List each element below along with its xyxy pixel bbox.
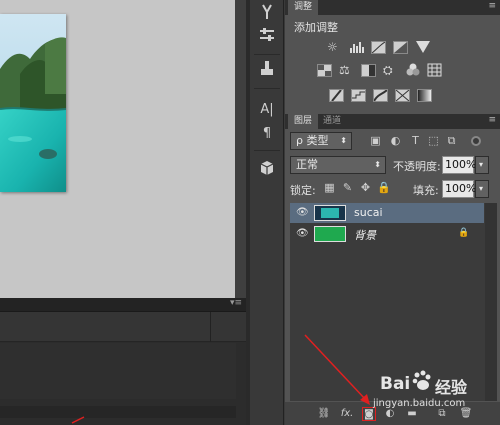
filter-adjustment-icon[interactable]: ◐	[389, 135, 402, 147]
color-lookup-icon[interactable]	[427, 63, 442, 80]
clone-source-icon[interactable]	[256, 60, 278, 80]
adjustments-title: 添加调整	[294, 21, 338, 34]
gradient-map-icon[interactable]	[417, 89, 432, 102]
paw-icon	[412, 370, 432, 395]
brightness-contrast-icon[interactable]: ☼	[327, 40, 343, 54]
filter-pixel-icon[interactable]: ▣	[369, 135, 382, 147]
lock-label: 锁定:	[290, 184, 316, 197]
layer-thumbnail	[314, 226, 346, 242]
blend-mode-select[interactable]: 正常 ⬍	[290, 156, 386, 174]
tab-channels[interactable]: 通道	[317, 114, 347, 129]
lock-all-icon[interactable]: 🔒	[377, 182, 391, 194]
character-icon[interactable]: A|	[256, 100, 278, 120]
lock-image-icon[interactable]: ✎	[341, 182, 354, 194]
3d-icon[interactable]	[256, 160, 278, 180]
chevron-updown-icon: ⬍	[374, 160, 381, 169]
layer-filter-label: ρ 类型	[296, 134, 329, 147]
filter-shape-icon[interactable]: ⬚	[427, 135, 440, 147]
adjustments-tabbar: 调整 ≡	[285, 0, 500, 15]
layer-name[interactable]: sucai	[354, 206, 383, 219]
layers-tabbar: 图层 通道 ≡	[285, 114, 500, 129]
visibility-eye-icon[interactable]: 👁	[296, 207, 309, 219]
filter-toggle-switch[interactable]	[471, 136, 481, 146]
color-balance-icon[interactable]: ⚖	[339, 63, 350, 77]
layer-thumbnail	[314, 205, 346, 221]
exposure-icon[interactable]	[393, 41, 408, 54]
panel-menu-icon[interactable]: ≡	[488, 115, 496, 125]
strip-divider	[254, 150, 280, 151]
panel-menu-icon[interactable]: ≡	[488, 1, 496, 11]
lock-transparent-icon[interactable]: ▦	[323, 182, 336, 194]
black-white-icon[interactable]	[361, 64, 376, 77]
levels-icon[interactable]	[349, 40, 365, 57]
layer-name[interactable]: 背景	[354, 227, 376, 243]
filter-smart-object-icon[interactable]: ⧉	[445, 135, 458, 147]
photo-filter-icon[interactable]: ⛭	[383, 63, 393, 78]
filter-type-icon[interactable]: T	[409, 135, 422, 147]
tab-layers[interactable]: 图层	[288, 114, 319, 129]
bottom-panel-content	[0, 343, 236, 399]
bottom-panel: ▾≡	[0, 298, 246, 425]
hue-saturation-icon[interactable]	[317, 64, 332, 77]
blend-mode-value: 正常	[296, 158, 318, 171]
panel-menu-icon[interactable]: ▾≡	[230, 298, 242, 308]
fill-input[interactable]: 100%	[442, 180, 476, 198]
document-image	[0, 14, 66, 192]
watermark-brand-suffix: 经验	[435, 378, 468, 397]
properties-icon[interactable]	[256, 28, 278, 48]
strip-divider	[254, 54, 280, 55]
channel-mixer-icon[interactable]	[405, 63, 421, 80]
opacity-dropdown-button[interactable]: ▾	[475, 156, 489, 174]
fill-label: 填充:	[413, 184, 439, 197]
vibrance-icon[interactable]	[415, 40, 431, 57]
watermark-url: jingyan.baidu.com	[373, 398, 466, 409]
fill-dropdown-button[interactable]: ▾	[475, 180, 489, 198]
annotation-mark	[71, 416, 85, 424]
invert-icon[interactable]	[329, 89, 344, 102]
lock-position-icon[interactable]: ✥	[359, 182, 372, 194]
strip-divider	[254, 88, 280, 89]
layer-row-sucai[interactable]: 👁 sucai	[290, 203, 484, 223]
brush-presets-icon[interactable]	[256, 4, 278, 24]
curves-icon[interactable]	[371, 41, 386, 54]
bottom-panel-header: ▾≡	[0, 298, 246, 312]
opacity-label: 不透明度:	[393, 160, 441, 173]
collapsed-panel-strip: A| ¶	[250, 0, 284, 425]
visibility-eye-icon[interactable]: 👁	[296, 228, 309, 240]
baidu-watermark: Bai 经验 jingyan.baidu.com	[355, 368, 500, 414]
posterize-icon[interactable]	[351, 89, 366, 102]
bottom-panel-scrollbar[interactable]	[0, 406, 236, 418]
chevron-updown-icon: ⬍	[340, 136, 347, 145]
layer-row-background[interactable]: 👁 背景 🔒	[290, 224, 484, 244]
tab-adjustments[interactable]: 调整	[288, 0, 319, 15]
opacity-input[interactable]: 100%	[442, 156, 476, 174]
layer-lock-icon: 🔒	[458, 228, 470, 238]
threshold-icon[interactable]	[373, 89, 388, 102]
selective-color-icon[interactable]	[395, 89, 410, 102]
watermark-brand: Bai	[380, 374, 411, 394]
paragraph-icon[interactable]: ¶	[256, 124, 278, 144]
layer-filter-select[interactable]: ρ 类型 ⬍	[290, 132, 352, 150]
canvas-scrollbar[interactable]	[235, 0, 246, 298]
bottom-panel-divider	[210, 312, 211, 342]
